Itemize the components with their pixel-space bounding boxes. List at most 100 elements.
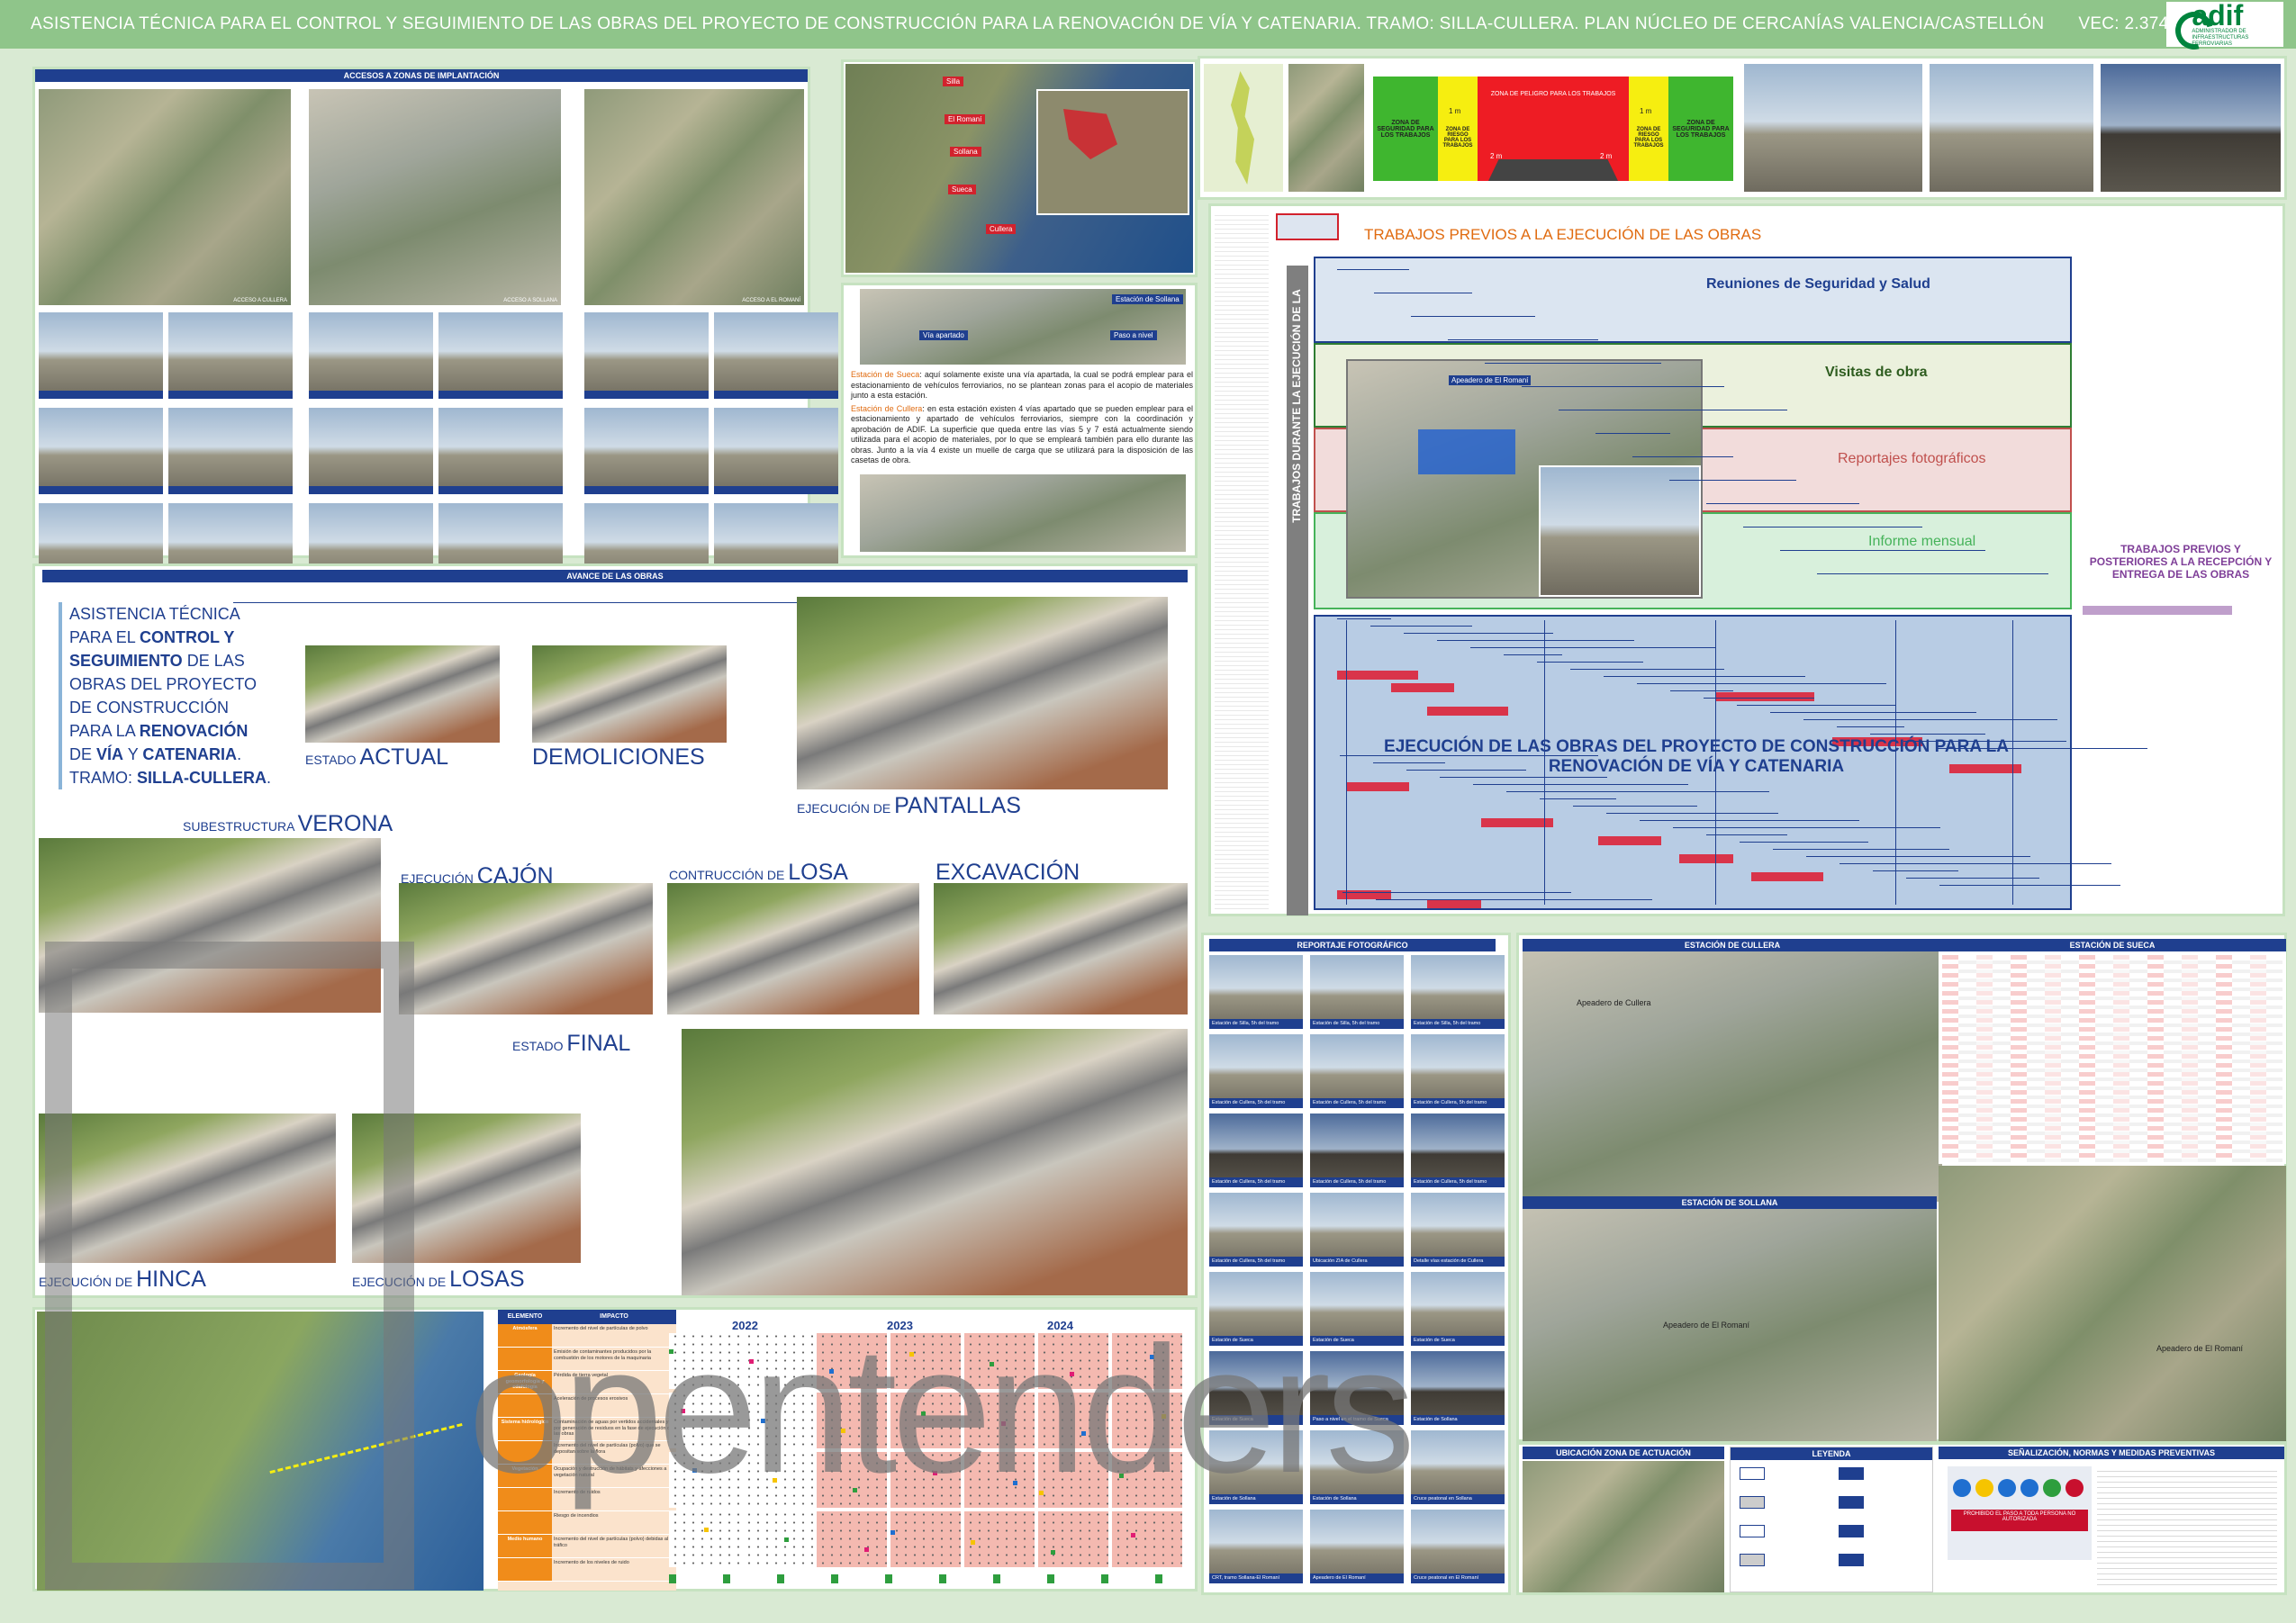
romani-aerial-photo: Apeadero de El Romaní xyxy=(1346,359,1703,599)
access-map-cullera: ACCESO A CULLERA xyxy=(39,89,291,305)
safety-sign-icon xyxy=(2020,1479,2038,1497)
gantt-line xyxy=(1670,690,1733,691)
legend-symbol xyxy=(1839,1554,1864,1566)
access-map-label: ACCESO A EL ROMANÍ xyxy=(742,298,800,303)
photo-caption: CRT, tramo Sollana-El Romaní xyxy=(1209,1573,1303,1583)
impact-row: Incremento de los niveles de ruido xyxy=(498,1558,676,1582)
photo-caption-bar xyxy=(438,391,563,399)
header-bar: ASISTENCIA TÉCNICA PARA EL CONTROL Y SEG… xyxy=(0,0,2296,49)
gantt-line xyxy=(1573,806,1697,807)
coordinates-table xyxy=(1942,955,2282,1162)
photo-label: Apeadero de El Romaní xyxy=(1449,375,1532,385)
report-photo: Detalle vías estación de Cullera xyxy=(1411,1193,1505,1267)
calendar-month xyxy=(1112,1511,1182,1567)
render-excavacion xyxy=(934,883,1188,1014)
safety-sign-icon xyxy=(2043,1479,2061,1497)
railway-photo-1 xyxy=(1744,64,1922,192)
stage-label: LOSAS xyxy=(449,1267,525,1292)
intro-bold: CONTROL Y xyxy=(140,628,235,646)
report-photo: Estación de Silla, 5h del tramo xyxy=(1209,955,1303,1029)
stage-label: FINAL xyxy=(566,1031,631,1056)
stage-label: PANTALLAS xyxy=(894,793,1021,818)
side-title: TRABAJOS DURANTE LA EJECUCIÓN DE LA OBRA xyxy=(1290,289,1324,523)
report-photo: Estación de Cullera, 5h del tramo xyxy=(1411,1034,1505,1108)
photo-caption: Apeadero de El Romaní xyxy=(1310,1573,1404,1583)
intro-bold: VÍA xyxy=(96,745,124,763)
gantt-line xyxy=(1640,820,1859,821)
stage-label: EXCAVACIÓN xyxy=(936,860,1080,885)
stage-prefix: EJECUCIÓN DE xyxy=(797,801,891,816)
report-photo: Apeadero de El Romaní xyxy=(1310,1510,1404,1583)
intro-part: Y xyxy=(123,745,143,763)
impact-row: Riesgo de incendios xyxy=(498,1511,676,1535)
calendar-month xyxy=(890,1511,961,1567)
intro-part: DE LAS xyxy=(182,652,245,670)
legend-symbol xyxy=(1839,1496,1864,1509)
render-actual xyxy=(305,645,500,743)
gantt-line xyxy=(1342,892,1571,893)
gantt-line xyxy=(1606,813,1778,814)
map-title: ESTACIÓN DE SOLLANA xyxy=(1523,1196,1937,1209)
gantt-line xyxy=(1485,363,1661,364)
gantt-line xyxy=(1803,719,2057,720)
intro-text: ASISTENCIA TÉCNICA PARA EL CONTROL Y SEG… xyxy=(59,602,275,789)
gantt-line xyxy=(1669,480,1796,481)
estaciones-panel: Vía apartado Estación de Sollana Paso a ni… xyxy=(841,283,1198,558)
location-label: Cullera xyxy=(986,224,1017,234)
ubicacion-panel: ESTACIÓN DE CULLERA Apeadero de Cullera … xyxy=(1516,933,2287,1442)
access-map-romani: ACCESO A EL ROMANÍ xyxy=(584,89,804,305)
accesos-panel: ACCESOS A ZONAS DE IMPLANTACIÓN ACCESO A… xyxy=(32,67,838,590)
ubic-title: UBICACIÓN ZONA DE ACTUACIÓN xyxy=(1523,1447,1724,1459)
photo-caption: Estación de Cullera, 5h del tramo xyxy=(1310,1098,1404,1108)
coord-column xyxy=(2250,955,2266,1162)
stage-label: LOSA xyxy=(788,860,848,885)
safety-sign-icon xyxy=(2065,1479,2084,1497)
access-map-label: ACCESO A SOLLANA xyxy=(503,298,557,303)
render-demoliciones xyxy=(532,645,727,743)
intro-bold: SILLA-CULLERA xyxy=(137,769,267,787)
gantt-line xyxy=(1540,798,1616,799)
safety-sign-icon xyxy=(1975,1479,1993,1497)
photo-caption: Estación de Sollana xyxy=(1411,1415,1505,1425)
report-photo: CRT, tramo Sollana-El Romaní xyxy=(1209,1510,1303,1583)
photo-caption: Cruce peatonal en El Romaní xyxy=(1411,1573,1505,1583)
post-works-box: TRABAJOS PREVIOS Y POSTERIORES A LA RECE… xyxy=(2089,543,2273,581)
map-title: ESTACIÓN DE CULLERA xyxy=(1523,939,1942,951)
render-losa xyxy=(667,883,919,1014)
gantt-line xyxy=(1522,386,1724,387)
photo-caption-bar xyxy=(714,486,838,494)
stage-label: DEMOLICIONES xyxy=(532,744,705,770)
report-photo: Estación de Cullera, 5h del tramo xyxy=(1411,1114,1505,1187)
safety-zone-diagram: ZONA DE SEGURIDAD PARA LOS TRABAJOS ZONA… xyxy=(1373,64,1733,192)
gantt-bar xyxy=(1427,707,1508,716)
photo-caption: Estación de Cullera, 5h del tramo xyxy=(1310,1177,1404,1187)
gantt-line xyxy=(1370,626,1472,627)
access-map-label: ACCESO A CULLERA xyxy=(233,298,287,303)
gantt-line xyxy=(1806,856,2030,857)
ubicacion-zona: UBICACIÓN ZONA DE ACTUACIÓN xyxy=(1523,1447,1724,1592)
image-label: Paso a nivel xyxy=(1110,330,1157,340)
photo-caption-bar xyxy=(168,391,293,399)
cullera-title: Estación de Cullera xyxy=(851,403,923,413)
gantt-line xyxy=(1773,849,1949,850)
gantt-line xyxy=(1870,734,1985,735)
gantt-bar xyxy=(1391,683,1454,692)
image-label: Estación de Sollana xyxy=(1112,294,1183,304)
calendar-mark xyxy=(864,1547,869,1552)
intro-part: . xyxy=(266,769,271,787)
top-images-panel: ZONA DE SEGURIDAD PARA LOS TRABAJOS ZONA… xyxy=(1198,56,2287,200)
coord-column xyxy=(2045,955,2061,1162)
gantt-bar xyxy=(1337,671,1418,680)
photo-caption-bar xyxy=(714,391,838,399)
location-label: El Romaní xyxy=(945,114,986,124)
row-label: Reportajes fotográficos xyxy=(1838,451,1986,466)
gantt-line xyxy=(1906,878,2039,879)
report-photo: Estación de Silla, 5h del tramo xyxy=(1411,955,1505,1029)
railway-photo-2 xyxy=(1930,64,2093,192)
impact-element xyxy=(498,1558,552,1581)
gantt-line xyxy=(1632,456,1733,457)
photo-caption-bar xyxy=(584,391,709,399)
access-photo xyxy=(438,408,563,494)
report-photo: Estación de Silla, 5h del tramo xyxy=(1310,955,1404,1029)
accesos-title: ACCESOS A ZONAS DE IMPLANTACIÓN xyxy=(35,69,808,82)
